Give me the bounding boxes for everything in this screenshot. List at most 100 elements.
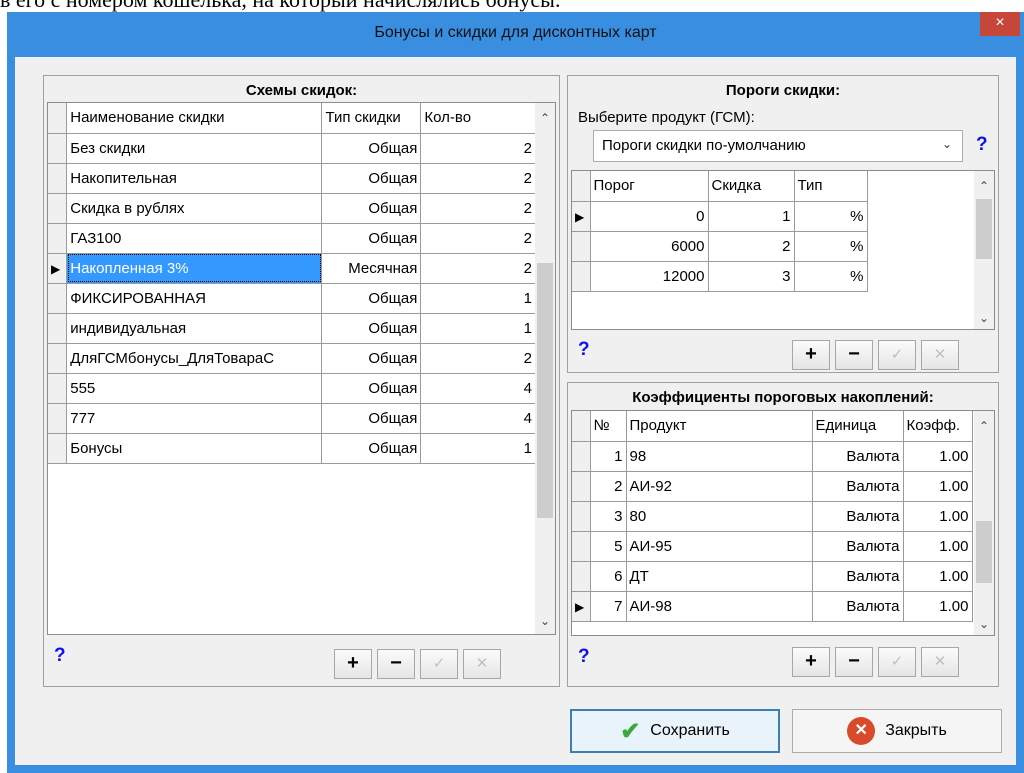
scroll-thumb[interactable] <box>976 521 992 583</box>
thresholds-help-icon[interactable]: ? <box>578 339 590 361</box>
scheme-count-cell[interactable]: 2 <box>420 163 536 194</box>
scroll-up-icon[interactable]: ⌃ <box>974 419 994 433</box>
thresholds-grid[interactable]: Порог Скидка Тип ▶ 0 1% 6000 2% 12000 3% ⌃ ⌄ <box>571 170 995 330</box>
column-header-type[interactable]: Тип скидки <box>321 103 422 134</box>
scheme-type-cell[interactable]: Общая <box>321 283 422 314</box>
coefficient-unit-cell[interactable]: Валюта <box>812 591 904 622</box>
coefficient-product-cell[interactable]: АИ-95 <box>626 531 813 562</box>
scroll-down-icon[interactable]: ⌄ <box>535 614 555 628</box>
scheme-count-cell[interactable]: 2 <box>420 193 536 224</box>
coefficient-product-cell[interactable]: ДТ <box>626 561 813 592</box>
scheme-name-cell[interactable]: Накопительная <box>66 163 323 194</box>
scheme-count-cell[interactable]: 2 <box>420 223 536 254</box>
coefficient-number-cell[interactable]: 7 <box>590 591 627 622</box>
scheme-count-cell[interactable]: 4 <box>420 373 536 404</box>
scheme-type-cell[interactable]: Общая <box>321 193 422 224</box>
add-threshold-button[interactable]: + <box>792 340 830 370</box>
scheme-count-cell[interactable]: 1 <box>420 313 536 344</box>
scheme-type-cell[interactable]: Общая <box>321 403 422 434</box>
apply-scheme-button[interactable]: ✓ <box>420 649 458 679</box>
apply-coefficient-button[interactable]: ✓ <box>878 647 916 677</box>
table-row[interactable]: 555 Общая 4 <box>48 373 536 404</box>
add-coefficient-button[interactable]: + <box>792 647 830 677</box>
schemes-scrollbar[interactable]: ⌃ ⌄ <box>535 103 555 634</box>
scroll-down-icon[interactable]: ⌄ <box>974 617 994 631</box>
coefficient-number-cell[interactable]: 6 <box>590 561 627 592</box>
scheme-name-cell[interactable]: Бонусы <box>66 433 323 464</box>
table-row[interactable]: ФИКСИРОВАННАЯ Общая 1 <box>48 283 536 314</box>
coefficients-scrollbar[interactable]: ⌃ ⌄ <box>974 411 994 635</box>
threshold-discount-cell[interactable]: 3 <box>708 261 795 292</box>
coefficient-value-cell[interactable]: 1.00 <box>903 591 973 622</box>
remove-threshold-button[interactable]: − <box>835 340 873 370</box>
coefficient-number-cell[interactable]: 5 <box>590 531 627 562</box>
scheme-type-cell[interactable]: Общая <box>321 223 422 254</box>
column-header-coefficient[interactable]: Коэфф. <box>903 411 973 442</box>
table-row[interactable]: Бонусы Общая 1 <box>48 433 536 464</box>
cancel-scheme-button[interactable]: ✕ <box>463 649 501 679</box>
apply-threshold-button[interactable]: ✓ <box>878 340 916 370</box>
column-header-type[interactable]: Тип <box>794 171 868 202</box>
table-row[interactable]: 3 80 Валюта 1.00 <box>572 501 973 532</box>
coefficient-value-cell[interactable]: 1.00 <box>903 531 973 562</box>
threshold-discount-cell[interactable]: 2 <box>708 231 795 262</box>
scroll-up-icon[interactable]: ⌃ <box>535 111 555 125</box>
table-row[interactable]: ▶ Накопленная 3% Месячная 2 <box>48 253 536 284</box>
scheme-count-cell[interactable]: 4 <box>420 403 536 434</box>
coefficient-number-cell[interactable]: 1 <box>590 441 627 472</box>
scroll-thumb[interactable] <box>976 199 992 259</box>
scheme-name-cell[interactable]: ФИКСИРОВАННАЯ <box>66 283 323 314</box>
coefficient-value-cell[interactable]: 1.00 <box>903 501 973 532</box>
threshold-value-cell[interactable]: 6000 <box>590 231 709 262</box>
table-row[interactable]: 12000 3% <box>572 261 868 292</box>
coefficient-value-cell[interactable]: 1.00 <box>903 441 973 472</box>
scheme-count-cell[interactable]: 2 <box>420 343 536 374</box>
scheme-type-cell[interactable]: Общая <box>321 343 422 374</box>
scheme-type-cell[interactable]: Общая <box>321 313 422 344</box>
threshold-value-cell[interactable]: 0 <box>590 201 709 232</box>
coefficient-unit-cell[interactable]: Валюта <box>812 441 904 472</box>
coefficient-number-cell[interactable]: 2 <box>590 471 627 502</box>
coefficient-unit-cell[interactable]: Валюта <box>812 501 904 532</box>
scheme-name-cell[interactable]: 777 <box>66 403 323 434</box>
table-row[interactable]: ГАЗ100 Общая 2 <box>48 223 536 254</box>
thresholds-scrollbar[interactable]: ⌃ ⌄ <box>974 171 994 329</box>
schemes-grid[interactable]: Наименование скидки Тип скидки Кол-во Бе… <box>47 102 556 635</box>
cancel-coefficient-button[interactable]: ✕ <box>921 647 959 677</box>
table-row[interactable]: Накопительная Общая 2 <box>48 163 536 194</box>
table-row[interactable]: индивидуальная Общая 1 <box>48 313 536 344</box>
save-button[interactable]: ✔ Сохранить <box>570 709 780 753</box>
coefficient-product-cell[interactable]: АИ-92 <box>626 471 813 502</box>
coefficients-help-icon[interactable]: ? <box>578 646 590 668</box>
coefficient-product-cell[interactable]: 98 <box>626 441 813 472</box>
scheme-count-cell[interactable]: 1 <box>420 433 536 464</box>
cancel-threshold-button[interactable]: ✕ <box>921 340 959 370</box>
coefficient-value-cell[interactable]: 1.00 <box>903 561 973 592</box>
scheme-type-cell[interactable]: Общая <box>321 433 422 464</box>
scheme-count-cell[interactable]: 2 <box>420 133 536 164</box>
remove-coefficient-button[interactable]: − <box>835 647 873 677</box>
column-header-name[interactable]: Наименование скидки <box>66 103 323 134</box>
scroll-down-icon[interactable]: ⌄ <box>974 311 994 325</box>
coefficient-number-cell[interactable]: 3 <box>590 501 627 532</box>
scheme-type-cell[interactable]: Месячная <box>321 253 422 284</box>
column-header-count[interactable]: Кол-во <box>420 103 536 134</box>
column-header-unit[interactable]: Единица <box>812 411 904 442</box>
table-row[interactable]: 5 АИ-95 Валюта 1.00 <box>572 531 973 562</box>
table-row[interactable]: 6 ДТ Валюта 1.00 <box>572 561 973 592</box>
table-row[interactable]: Скидка в рублях Общая 2 <box>48 193 536 224</box>
threshold-discount-cell[interactable]: 1 <box>708 201 795 232</box>
column-header-threshold[interactable]: Порог <box>590 171 709 202</box>
threshold-type-cell[interactable]: % <box>794 201 868 232</box>
threshold-value-cell[interactable]: 12000 <box>590 261 709 292</box>
coefficient-product-cell[interactable]: АИ-98 <box>626 591 813 622</box>
scheme-name-cell[interactable]: Накопленная 3% <box>66 253 323 284</box>
scheme-name-cell[interactable]: ДляГСМбонусы_ДляТовараС <box>66 343 323 374</box>
column-header-number[interactable]: № <box>590 411 627 442</box>
coefficient-unit-cell[interactable]: Валюта <box>812 531 904 562</box>
coefficient-unit-cell[interactable]: Валюта <box>812 561 904 592</box>
coefficients-grid[interactable]: № Продукт Единица Коэфф. 1 98 Валюта 1.00 2 А… <box>571 410 995 636</box>
column-header-discount[interactable]: Скидка <box>708 171 795 202</box>
scheme-count-cell[interactable]: 1 <box>420 283 536 314</box>
add-scheme-button[interactable]: + <box>334 649 372 679</box>
